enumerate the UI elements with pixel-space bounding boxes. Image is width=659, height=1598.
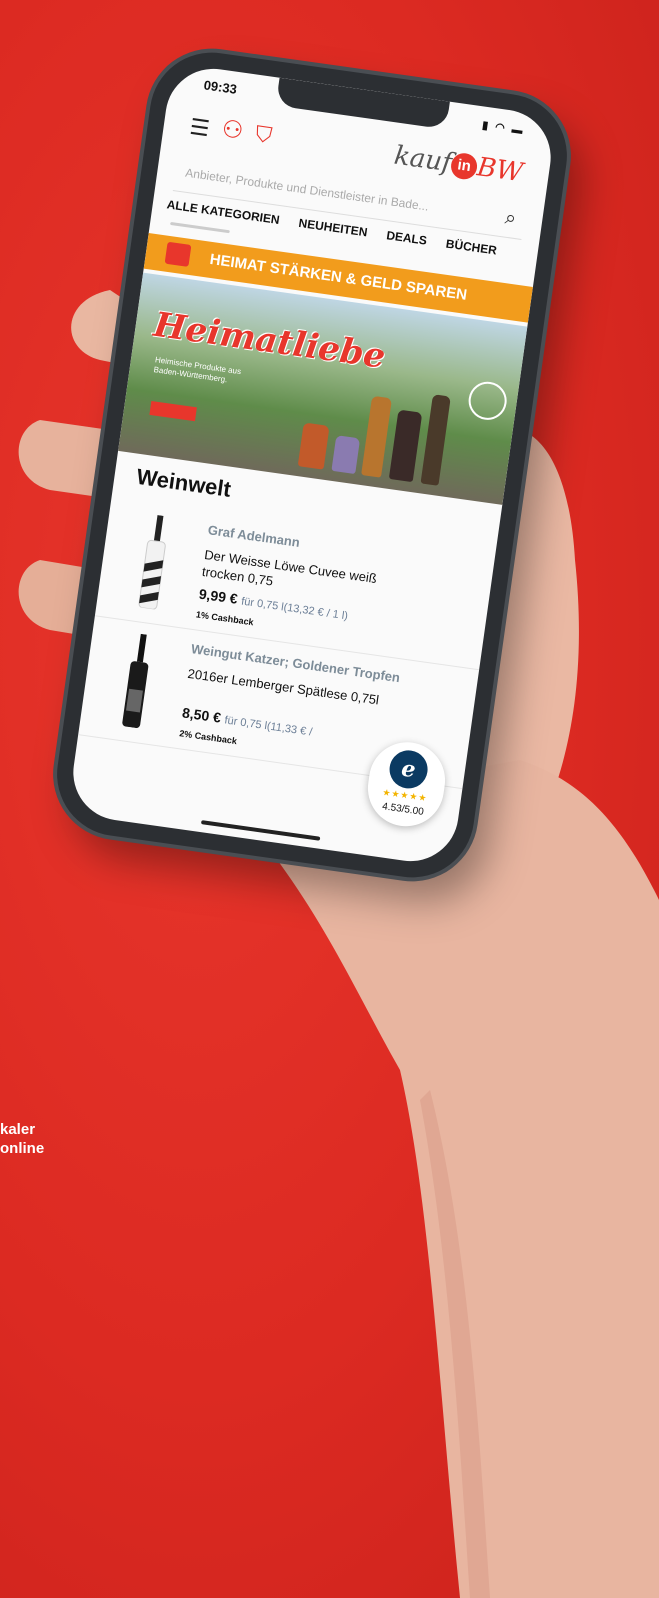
logo-text-bw: BW <box>475 152 525 189</box>
cashback-badge: 1% Cashback <box>195 609 255 628</box>
hero-cta-button[interactable] <box>149 401 197 422</box>
wine-bottle-image <box>138 514 166 610</box>
phone-screen: 09:33 ▮ ◠ ▬ ☰ ⚇ ⛉ kauf in BW Anbieter, Pro… <box>67 62 557 868</box>
signal-wifi-battery-icon: ▮ ◠ ▬ <box>481 119 526 138</box>
side-text: kaler online <box>0 1120 44 1158</box>
logo-text-in: in <box>449 151 479 181</box>
home-indicator[interactable] <box>200 820 321 841</box>
tab-buecher[interactable]: BÜCHER <box>445 237 498 258</box>
search-icon[interactable]: ⌕ <box>502 199 518 238</box>
tab-deals[interactable]: DEALS <box>386 228 428 248</box>
logo-text-kauf: kauf <box>392 140 454 179</box>
trusted-shops-e-icon: e <box>387 747 431 791</box>
side-text-line-1: kaler <box>0 1121 36 1138</box>
shopping-bag-icon[interactable]: ⛉ <box>254 121 274 149</box>
bottle-image <box>388 409 423 483</box>
baden-wuerttemberg-seal-icon <box>466 379 510 423</box>
logo[interactable]: kauf in BW <box>392 141 524 189</box>
bottle-image <box>420 394 451 486</box>
section-title-weinwelt: Weinwelt <box>134 463 233 502</box>
status-time: 09:33 <box>202 77 238 97</box>
jar-image <box>331 435 361 475</box>
gift-card-icon <box>164 241 192 267</box>
bottle-image <box>361 395 393 478</box>
hero-subtitle: Heimische Produkte aus Baden-Württemberg… <box>153 355 242 385</box>
price-value: 8,50 € <box>181 704 222 726</box>
side-text-line-2: online <box>0 1140 45 1157</box>
cashback-badge: 2% Cashback <box>178 728 238 747</box>
price-value: 9,99 € <box>197 585 239 607</box>
jar-image <box>297 422 330 470</box>
wine-bottle-image <box>122 633 149 729</box>
unit-price: für 0,75 l(11,33 € / <box>223 714 313 739</box>
rating-max: /5.00 <box>400 803 425 818</box>
category-scroll-indicator <box>170 221 230 234</box>
tab-neuheiten[interactable]: NEUHEITEN <box>298 216 369 240</box>
unit-price: für 0,75 l(13,32 € / 1 l) <box>240 595 349 623</box>
user-icon[interactable]: ⚇ <box>220 114 245 146</box>
product-brand[interactable]: Graf Adelmann <box>207 522 301 550</box>
menu-icon[interactable]: ☰ <box>188 114 211 142</box>
rating-value: 4.53 <box>381 801 403 815</box>
